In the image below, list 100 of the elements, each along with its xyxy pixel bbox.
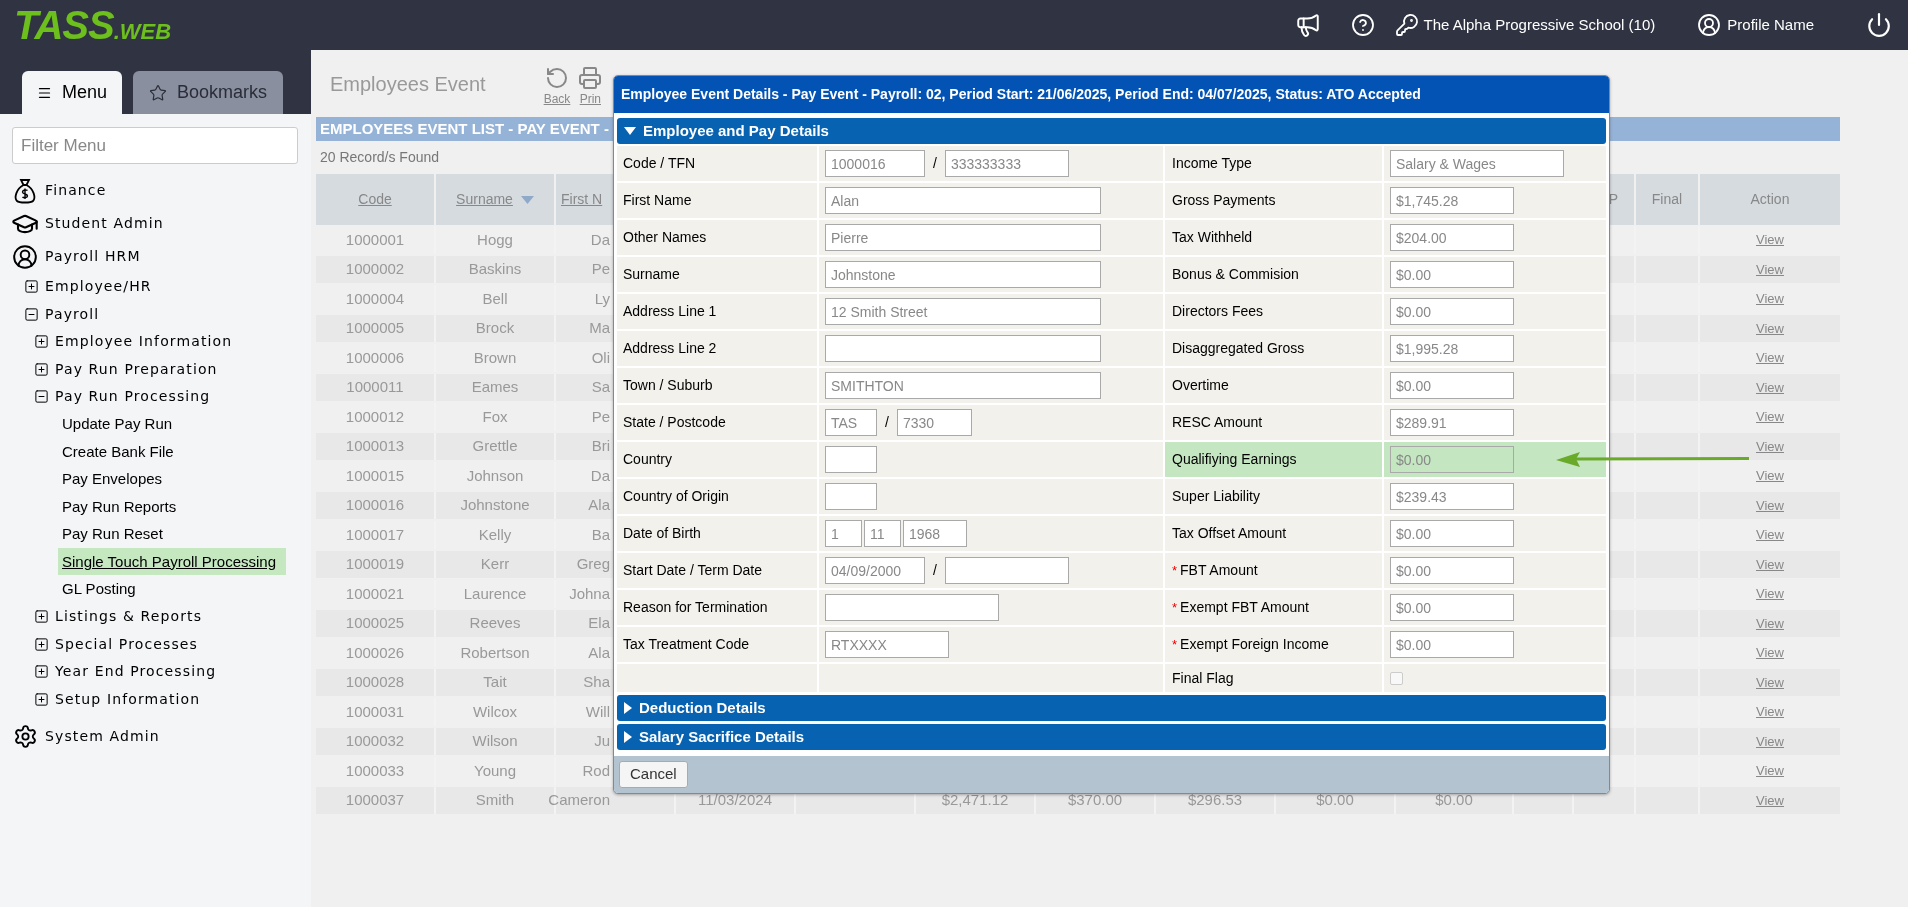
logo-text: TASS — [14, 5, 114, 45]
field-label: FBT Amount — [1180, 561, 1258, 580]
field-label: First Name — [623, 191, 692, 210]
logo-suffix: .WEB — [113, 21, 172, 43]
table-cell-text: Bell — [482, 288, 508, 309]
field-label: Address Line 1 — [623, 302, 717, 321]
field-label: Directors Fees — [1172, 302, 1264, 321]
table-cell-text: $370.00 — [1067, 790, 1123, 810]
table-cell-text: 1000001 — [345, 229, 405, 250]
page-title: Employees Event — [330, 71, 486, 97]
table-cell-text: 1000031 — [345, 701, 405, 722]
table-cell-text: Ala — [588, 495, 610, 515]
required-mark: * — [1172, 598, 1178, 617]
table-cell-text: Will — [585, 701, 610, 722]
table-cell-text: Kerr — [480, 554, 510, 574]
field-label: Gross Payments — [1172, 191, 1276, 210]
table-cell-text: $0.00 — [1316, 790, 1354, 810]
field-label: Tax Treatment Code — [623, 635, 750, 654]
table-cell-text: 1000012 — [345, 406, 405, 427]
table-cell-text: 1000013 — [345, 436, 405, 456]
table-cell-text: Laurence — [463, 583, 527, 604]
table-cell-text: Sa — [591, 377, 610, 397]
table-cell-text: Rod — [582, 760, 610, 781]
table-cell-text: 1000019 — [345, 554, 405, 574]
table-cell-text: 1000026 — [345, 642, 405, 663]
field-label: Code / TFN — [623, 154, 696, 173]
table-cell-text: Hogg — [477, 229, 513, 250]
field-label: Exempt Foreign Income — [1180, 635, 1329, 654]
table-cell-text: Da — [590, 229, 610, 250]
field-label: Address Line 2 — [623, 339, 717, 358]
field-label: State / Postcode — [623, 413, 726, 432]
table-cell-text: 1000032 — [345, 731, 405, 751]
field-label: Tax Withheld — [1172, 228, 1253, 247]
table-cell-text: Sha — [583, 672, 610, 692]
table-cell-text: Robertson — [460, 642, 530, 663]
table-cell-text: Pe — [591, 406, 610, 427]
table-cell-text: Tait — [483, 672, 507, 692]
table-cell-text: Ly — [594, 288, 610, 309]
table-cell-text: Reeves — [469, 613, 521, 633]
table-cell-text: Ju — [594, 731, 610, 751]
table-cell-text: 1000025 — [345, 613, 405, 633]
field-label: Bonus & Commision — [1172, 265, 1299, 284]
table-cell-text: 1000011 — [346, 377, 404, 397]
table-cell-text: Fox — [482, 406, 508, 427]
table-cell-text: Baskins — [468, 259, 522, 279]
field-label: Town / Suburb — [623, 376, 713, 395]
dialog-title: Employee Event Details - Pay Event - Payroll: 02, Period Start: 21/06/2025, Period End: 04/07/2025, Status: ATO Accepted — [614, 76, 1609, 113]
table-cell-text: Wilcox — [472, 701, 518, 722]
table-cell-text: 1000006 — [345, 347, 405, 368]
separator-text: / — [933, 561, 937, 580]
field-label: Country — [623, 450, 673, 469]
field-label: Exempt FBT Amount — [1180, 598, 1309, 617]
table-cell-text: Johnstone — [460, 495, 530, 515]
table-cell-text: Eames — [471, 377, 519, 397]
field-label: Reason for Termination — [623, 598, 768, 617]
table-cell-text: $0.00 — [1435, 790, 1473, 810]
table-cell-text: Ba — [591, 524, 610, 545]
table-cell-text: Kelly — [478, 524, 512, 545]
table-cell-text: 1000002 — [345, 259, 405, 279]
table-cell-text: Young — [474, 760, 516, 781]
table-cell-text: 1000016 — [345, 495, 405, 515]
separator-text: / — [933, 154, 937, 173]
table-cell-text: Greg — [576, 554, 610, 574]
field-label: Other Names — [623, 228, 707, 247]
table-cell-text: Ala — [588, 642, 610, 663]
field-label: Qualifiying Earnings — [1172, 450, 1297, 469]
table-cell-text: Brown — [473, 347, 517, 368]
table-cell-text: 1000037 — [345, 790, 405, 810]
separator-text: / — [885, 413, 889, 432]
table-cell-text: Wilson — [472, 731, 518, 751]
field-label: RESC Amount — [1172, 413, 1263, 432]
table-cell-text: Oli — [591, 347, 610, 368]
table-cell-text: Johnson — [466, 465, 524, 486]
table-cell-text: Bri — [591, 436, 610, 456]
column-header: Final — [1636, 174, 1698, 225]
table-cell-text: 1000015 — [345, 465, 405, 486]
table-cell-text: Ma — [589, 318, 610, 338]
table-cell-text: Johna — [569, 583, 610, 604]
field-label: Overtime — [1172, 376, 1229, 395]
field-label: Start Date / Term Date — [623, 561, 762, 580]
table-cell-text: Grettle — [472, 436, 518, 456]
field-label: Country of Origin — [623, 487, 729, 506]
table-cell-text: $296.53 — [1187, 790, 1243, 810]
table-cell-text: Cameron — [548, 790, 610, 810]
table-cell-text: Da — [590, 465, 610, 486]
table-cell-text: 1000017 — [345, 524, 405, 545]
table-cell-text: Brock — [475, 318, 515, 338]
table-cell-text: 1000004 — [345, 288, 405, 309]
field-label: Disaggregated Gross — [1172, 339, 1305, 358]
record-count: 20 Record/s Found — [320, 148, 440, 167]
column-header: Action — [1700, 174, 1840, 225]
field-label: Tax Offset Amount — [1172, 524, 1287, 543]
table-cell-text: Smith — [475, 790, 515, 810]
field-label: Date of Birth — [623, 524, 701, 543]
field-label: Final Flag — [1172, 668, 1234, 688]
table-cell-text: $2,471.12 — [941, 790, 1009, 810]
table-cell-text: 1000021 — [345, 583, 405, 604]
required-mark: * — [1172, 635, 1178, 654]
table-cell-text: Ela — [588, 613, 610, 633]
table-cell-text: 1000028 — [345, 672, 405, 692]
